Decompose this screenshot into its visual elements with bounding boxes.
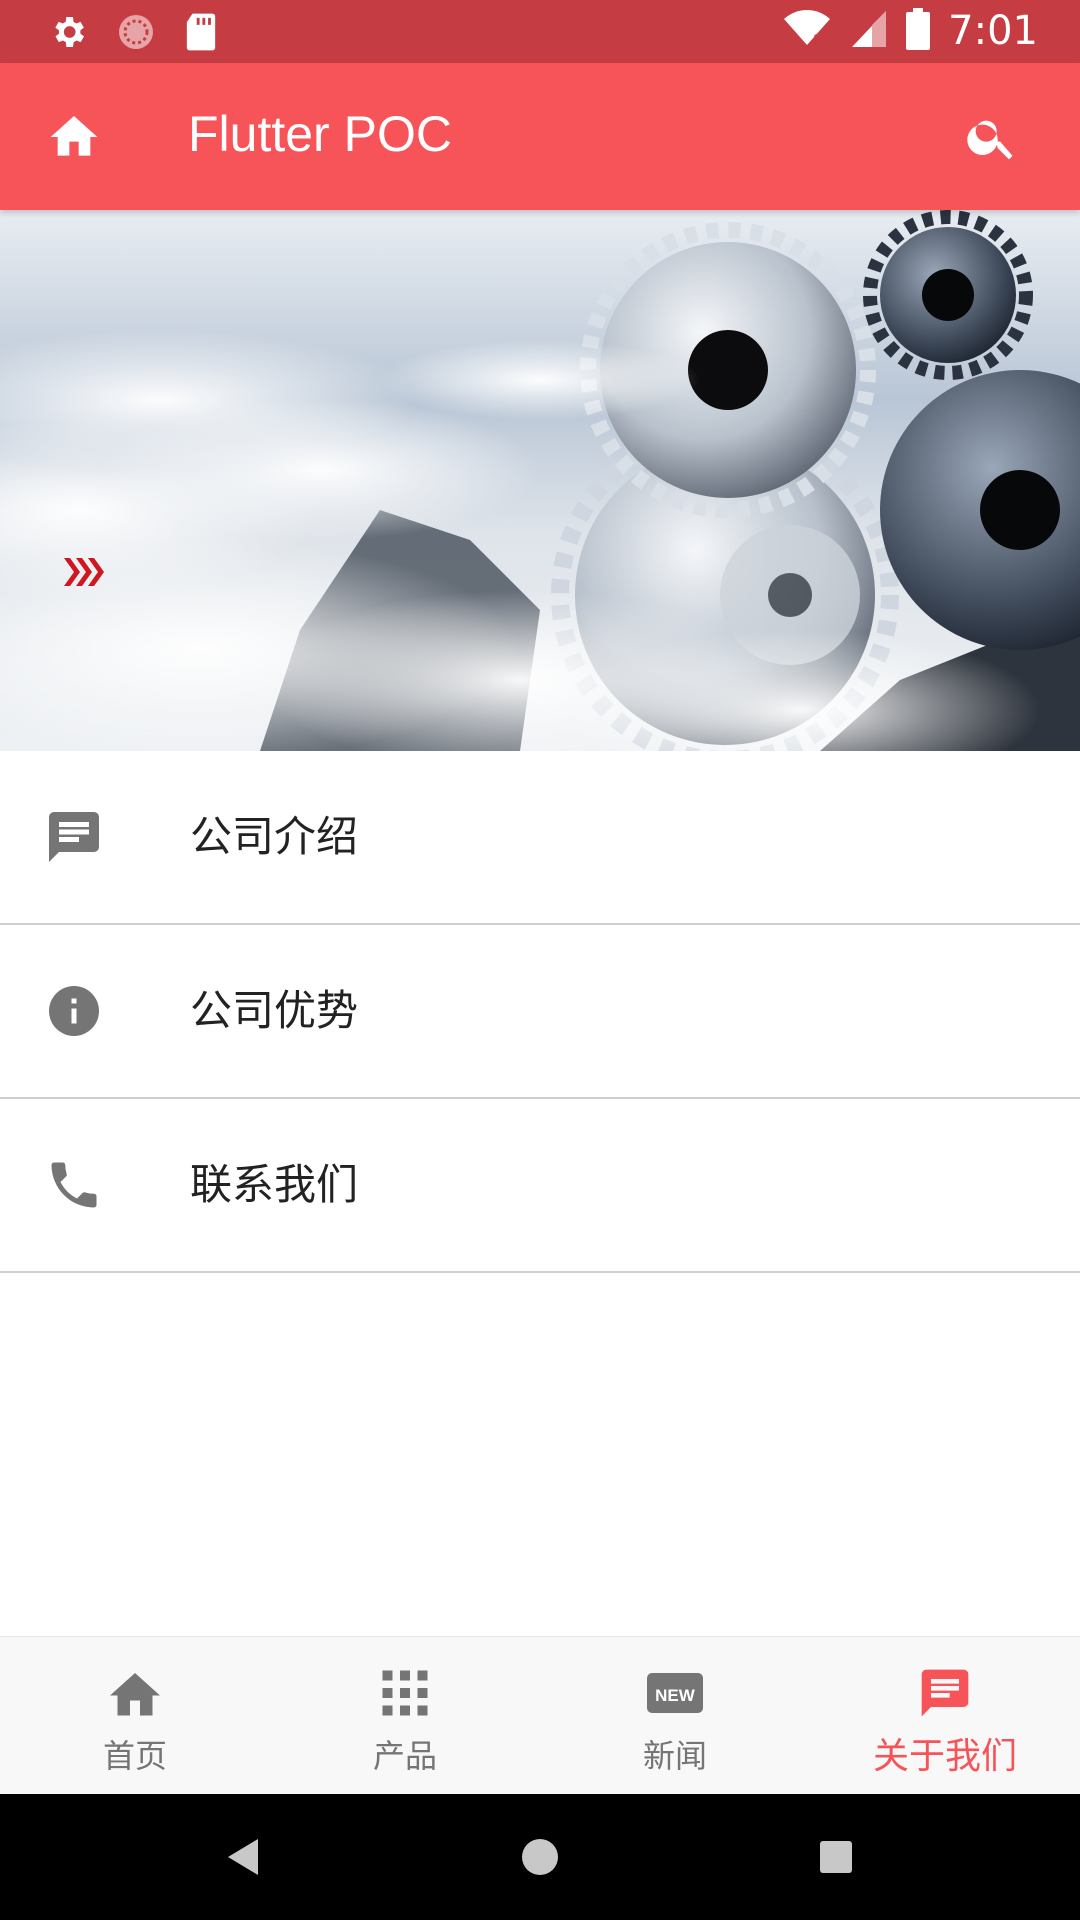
list-item-contact-us[interactable]: 联系我们 xyxy=(0,1099,1080,1273)
list-item-label: 公司优势 xyxy=(190,986,359,1035)
list-item-label: 公司介绍 xyxy=(190,812,359,861)
new-badge-icon: NEW xyxy=(645,1665,705,1721)
chat-icon xyxy=(915,1665,975,1721)
status-left-icons xyxy=(48,12,218,56)
nav-item-home[interactable]: 首页 xyxy=(0,1637,270,1795)
svg-text:NEW: NEW xyxy=(655,1686,696,1705)
settings-icon xyxy=(48,12,88,56)
recents-icon[interactable] xyxy=(808,1829,864,1885)
list-item-company-intro[interactable]: 公司介绍 xyxy=(0,751,1080,925)
info-icon xyxy=(44,981,104,1041)
signal-icon xyxy=(850,9,888,53)
sync-icon xyxy=(116,12,156,56)
status-bar: 7:01 xyxy=(0,0,1080,63)
search-icon xyxy=(967,120,1013,160)
wifi-icon xyxy=(782,9,832,53)
status-right-icons: 7:01 xyxy=(782,8,1038,54)
home-icon xyxy=(105,1665,165,1721)
banner-illustration xyxy=(0,210,1080,751)
status-time: 7:01 xyxy=(948,8,1038,54)
search-button[interactable] xyxy=(964,109,1020,165)
app-title: Flutter POC xyxy=(188,106,452,162)
back-icon[interactable] xyxy=(216,1829,272,1885)
screen: 7:01 Flutter POC 公司介绍 公司优势 联系我们 首页 产品 NE… xyxy=(0,0,1080,1920)
list-item-company-advantages[interactable]: 公司优势 xyxy=(0,925,1080,1099)
nav-item-about-us[interactable]: 关于我们 xyxy=(810,1637,1080,1795)
apps-grid-icon xyxy=(375,1665,435,1721)
about-menu-list: 公司介绍 公司优势 联系我们 xyxy=(0,751,1080,1273)
home-icon xyxy=(50,116,98,156)
nav-item-products[interactable]: 产品 xyxy=(270,1637,540,1795)
nav-label: 关于我们 xyxy=(872,1736,1017,1777)
home-button[interactable] xyxy=(46,109,102,165)
nav-label: 首页 xyxy=(102,1737,167,1775)
nav-label: 产品 xyxy=(372,1737,437,1775)
nav-item-news[interactable]: NEW 新闻 xyxy=(540,1637,810,1795)
nav-label: 新闻 xyxy=(642,1737,707,1775)
message-icon xyxy=(44,807,104,867)
system-navigation-bar xyxy=(0,1794,1080,1920)
list-item-label: 联系我们 xyxy=(190,1160,359,1209)
bottom-navigation: 首页 产品 NEW 新闻 关于我们 xyxy=(0,1636,1080,1795)
banner-image xyxy=(0,210,1080,751)
phone-icon xyxy=(44,1155,104,1215)
sd-card-icon xyxy=(184,12,218,56)
battery-icon xyxy=(906,8,931,54)
app-bar: Flutter POC xyxy=(0,63,1080,210)
home-circle-icon[interactable] xyxy=(512,1829,568,1885)
